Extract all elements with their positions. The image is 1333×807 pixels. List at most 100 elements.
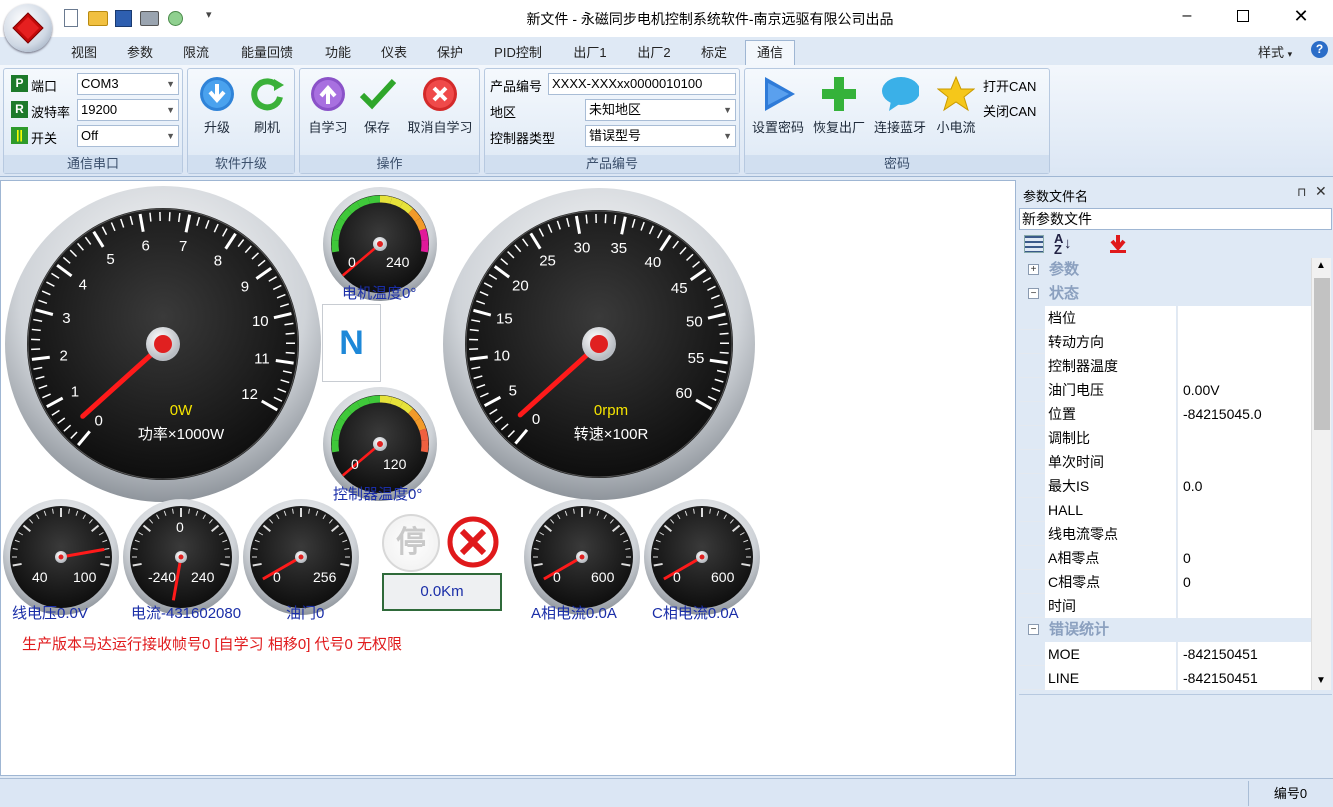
tab-params[interactable]: 参数 (120, 42, 160, 64)
scroll-up-icon[interactable]: ▲ (1316, 260, 1326, 271)
grid-row[interactable]: 单次时间 (1019, 450, 1311, 474)
minimize-button[interactable]: – (1164, 2, 1210, 32)
grid-scrollbar[interactable]: ▲ ▼ (1311, 258, 1331, 690)
port-select[interactable]: COM3 ▼ (77, 73, 179, 95)
pin-icon[interactable]: ⊓ (1297, 185, 1306, 199)
tab-protect[interactable]: 保护 (430, 42, 470, 64)
grid-row-value[interactable] (1177, 498, 1311, 522)
customize-dropdown-icon[interactable]: ▾ (206, 8, 212, 21)
scroll-down-icon[interactable]: ▼ (1316, 675, 1326, 686)
close-button[interactable]: ✕ (1278, 2, 1324, 32)
grid-row-value[interactable]: 0 (1177, 546, 1311, 570)
power-gauge-tick-label: 10 (252, 313, 269, 330)
grid-row[interactable]: LINE -842150451 (1019, 666, 1311, 690)
grid-row-value[interactable] (1177, 522, 1311, 546)
tab-factory2[interactable]: 出厂2 (630, 42, 678, 64)
tab-view[interactable]: 视图 (64, 42, 104, 64)
open-folder-icon[interactable] (88, 11, 108, 26)
grid-category[interactable]: − 错误统计 (1019, 618, 1311, 642)
ribbon-tab-bar: 视图 参数 限流 能量回馈 功能 仪表 保护 PID控制 出厂1 出厂2 标定 … (0, 37, 1333, 66)
grid-row[interactable]: C相零点 0 (1019, 570, 1311, 594)
self-learn-label: 自学习 (308, 120, 348, 135)
save-button[interactable]: 保存 (354, 75, 400, 136)
collapse-icon[interactable]: − (1028, 288, 1039, 299)
grid-row[interactable]: HALL (1019, 498, 1311, 522)
upgrade-button[interactable]: 升级 (194, 75, 240, 136)
small-current-button[interactable]: 小电流 (931, 75, 981, 136)
print-icon[interactable] (140, 11, 159, 26)
set-password-button[interactable]: 设置密码 (747, 75, 809, 136)
maximize-button[interactable] (1220, 2, 1266, 32)
grid-row[interactable]: 调制比 (1019, 426, 1311, 450)
grid-row[interactable]: 线电流零点 (1019, 522, 1311, 546)
speed-gauge-tick (469, 355, 488, 361)
categorized-icon[interactable] (1024, 235, 1044, 253)
export-down-icon[interactable] (1108, 234, 1128, 254)
tab-comm[interactable]: 通信 (745, 40, 795, 66)
grid-row-value[interactable] (1177, 426, 1311, 450)
connect-icon[interactable] (168, 11, 183, 26)
grid-row-key: 油门电压 (1045, 378, 1176, 402)
window-title: 新文件 - 永磁同步电机控制系统软件-南京远驱有限公司出品 (526, 11, 894, 27)
grid-row-value[interactable] (1177, 450, 1311, 474)
controller-type-select[interactable]: 错误型号 ▼ (585, 125, 736, 147)
grid-row-value[interactable]: 0.0 (1177, 474, 1311, 498)
new-file-icon[interactable] (64, 9, 78, 27)
port-value: COM3 (81, 76, 119, 91)
style-menu[interactable]: 样式 ▾ (1258, 42, 1292, 61)
group-label: 软件升级 (188, 155, 294, 173)
tab-function[interactable]: 功能 (318, 42, 358, 64)
open-can-button[interactable]: 打开CAN (983, 76, 1036, 95)
scroll-thumb[interactable] (1314, 278, 1330, 430)
grid-row-value[interactable]: 0.00V (1177, 378, 1311, 402)
grid-row-value[interactable] (1177, 330, 1311, 354)
tab-pid[interactable]: PID控制 (488, 42, 548, 64)
close-icon[interactable]: ✕ (1315, 183, 1327, 200)
tab-regen[interactable]: 能量回馈 (234, 42, 300, 64)
odometer-display: 0.0Km (382, 573, 502, 611)
tab-calibrate[interactable]: 标定 (694, 42, 734, 64)
tab-current-limit[interactable]: 限流 (176, 42, 216, 64)
save-disk-icon[interactable] (115, 10, 132, 27)
product-code-field[interactable]: XXXX-XXXxx0000010100 (548, 73, 736, 95)
grid-row[interactable]: 位置 -84215045.0 (1019, 402, 1311, 426)
grid-row-value[interactable] (1177, 306, 1311, 330)
grid-row[interactable]: 档位 (1019, 306, 1311, 330)
port-icon: P (11, 75, 28, 92)
collapse-icon[interactable]: − (1028, 624, 1039, 635)
region-select[interactable]: 未知地区 ▼ (585, 99, 736, 121)
grid-row[interactable]: MOE -842150451 (1019, 642, 1311, 666)
flash-button[interactable]: 刷机 (244, 75, 290, 136)
expand-icon[interactable]: + (1028, 264, 1039, 275)
restore-factory-button[interactable]: 恢复出厂 (809, 75, 869, 136)
grid-row[interactable]: A相零点 0 (1019, 546, 1311, 570)
grid-row[interactable]: 转动方向 (1019, 330, 1311, 354)
baud-select[interactable]: 19200 ▼ (77, 99, 179, 121)
help-icon[interactable]: ? (1311, 41, 1328, 58)
grid-category[interactable]: + 参数 (1019, 258, 1311, 282)
grid-row[interactable]: 时间 (1019, 594, 1311, 618)
switch-select[interactable]: Off ▼ (77, 125, 179, 147)
grid-row-value[interactable] (1177, 594, 1311, 618)
tab-factory1[interactable]: 出厂1 (566, 42, 614, 64)
app-logo-icon[interactable] (4, 4, 52, 52)
grid-row-value[interactable]: -84215045.0 (1177, 402, 1311, 426)
close-can-button[interactable]: 关闭CAN (983, 101, 1036, 120)
grid-row[interactable]: 油门电压 0.00V (1019, 378, 1311, 402)
grid-category[interactable]: − 状态 (1019, 282, 1311, 306)
sort-alpha-icon[interactable]: AZ (1054, 232, 1063, 256)
throttle-min: 0 (273, 569, 281, 585)
grid-row[interactable]: 控制器温度 (1019, 354, 1311, 378)
grid-row-value[interactable]: -842150451 (1177, 642, 1311, 666)
connect-bluetooth-button[interactable]: 连接蓝牙 (869, 75, 931, 136)
self-learn-button[interactable]: 自学习 (304, 75, 352, 136)
flash-label: 刷机 (253, 120, 280, 135)
grid-row-value[interactable]: -842150451 (1177, 666, 1311, 690)
tab-meter[interactable]: 仪表 (374, 42, 414, 64)
grid-row-value[interactable] (1177, 354, 1311, 378)
file-name-field[interactable]: 新参数文件 (1019, 208, 1332, 230)
cancel-self-learn-button[interactable]: 取消自学习 (402, 75, 478, 136)
grid-row[interactable]: 最大IS 0.0 (1019, 474, 1311, 498)
grid-row-value[interactable]: 0 (1177, 570, 1311, 594)
power-gauge-tick (31, 355, 50, 361)
